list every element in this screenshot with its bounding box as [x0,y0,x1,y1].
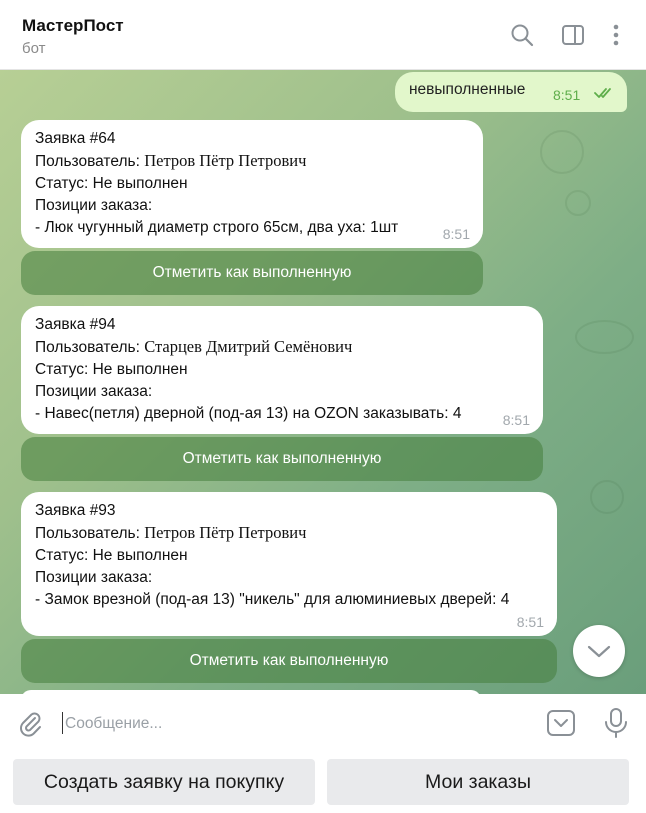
message-time: 8:51 [442,226,470,242]
more-vertical-icon[interactable] [603,22,629,48]
order-user-name: Петров Пётр Петрович [144,523,307,542]
order-item: - Навес(петля) дверной (под-ая 13) на OZ… [35,405,462,422]
scroll-down-button[interactable] [573,625,625,677]
order-message[interactable]: Заявка #94 Пользователь: Старцев Дмитрий… [21,306,543,434]
message-composer [0,694,646,752]
outgoing-message[interactable]: невыполненные 8:51 [395,72,627,112]
chevron-down-icon [587,645,611,658]
chat-area[interactable]: невыполненные 8:51 Заявка #64 Пользовате… [0,70,646,694]
order-user: Пользователь: Петров Пётр Петрович [35,522,543,545]
message-time: 8:51 [502,412,530,428]
order-item: - Замок врезной (под-ая 13) "никель" для… [35,591,510,608]
order-user-label: Пользователь: [35,339,145,356]
chat-title[interactable]: МастерПост [22,16,124,36]
order-items-label: Позиции заказа: [35,569,153,586]
my-orders-button[interactable]: Мои заказы [327,759,629,805]
microphone-icon[interactable] [602,707,630,739]
sidebar-toggle-icon[interactable] [560,22,586,48]
background-doodle [590,480,624,514]
order-title: Заявка #94 [35,316,116,333]
order-status: Статус: Не выполнен [35,175,188,192]
order-title: Заявка #93 [35,502,116,519]
message-time: 8:51 [516,614,544,630]
order-user-label: Пользователь: [35,525,145,542]
order-user-name: Старцев Дмитрий Семёнович [144,337,353,356]
background-doodle [540,130,584,174]
order-items-label: Позиции заказа: [35,383,153,400]
order-status: Статус: Не выполнен [35,361,188,378]
order-user: Пользователь: Старцев Дмитрий Семёнович [35,336,529,359]
order-message[interactable]: Заявка #64 Пользователь: Петров Пётр Пет… [21,120,483,248]
chat-subtitle: бот [22,40,46,57]
attach-icon[interactable] [16,709,44,737]
background-doodle [575,320,634,354]
chat-header: МастерПост бот [0,0,646,70]
order-items-label: Позиции заказа: [35,197,153,214]
order-user-name: Петров Пётр Петрович [144,151,307,170]
mark-done-button[interactable]: Отметить как выполненную [21,437,543,481]
order-message[interactable]: Заявка #93 Пользователь: Петров Пётр Пет… [21,492,557,636]
search-icon[interactable] [509,22,535,48]
message-time: 8:51 [553,87,581,103]
create-order-button[interactable]: Создать заявку на покупку [13,759,315,805]
order-item: - Люк чугунный диаметр строго 65см, два … [35,219,399,236]
order-status: Статус: Не выполнен [35,547,188,564]
reply-keyboard: Создать заявку на покупку Мои заказы [0,752,646,813]
order-title: Заявка #64 [35,130,116,147]
mark-done-button[interactable]: Отметить как выполненную [21,639,557,683]
order-user-label: Пользователь: [35,153,145,170]
outgoing-message-text: невыполненные [409,81,526,98]
background-doodle [565,190,591,216]
keyboard-toggle-icon[interactable] [546,708,576,738]
double-check-icon [594,88,611,98]
mark-done-button[interactable]: Отметить как выполненную [21,251,483,295]
order-user: Пользователь: Петров Пётр Петрович [35,150,469,173]
message-input[interactable] [63,712,507,736]
